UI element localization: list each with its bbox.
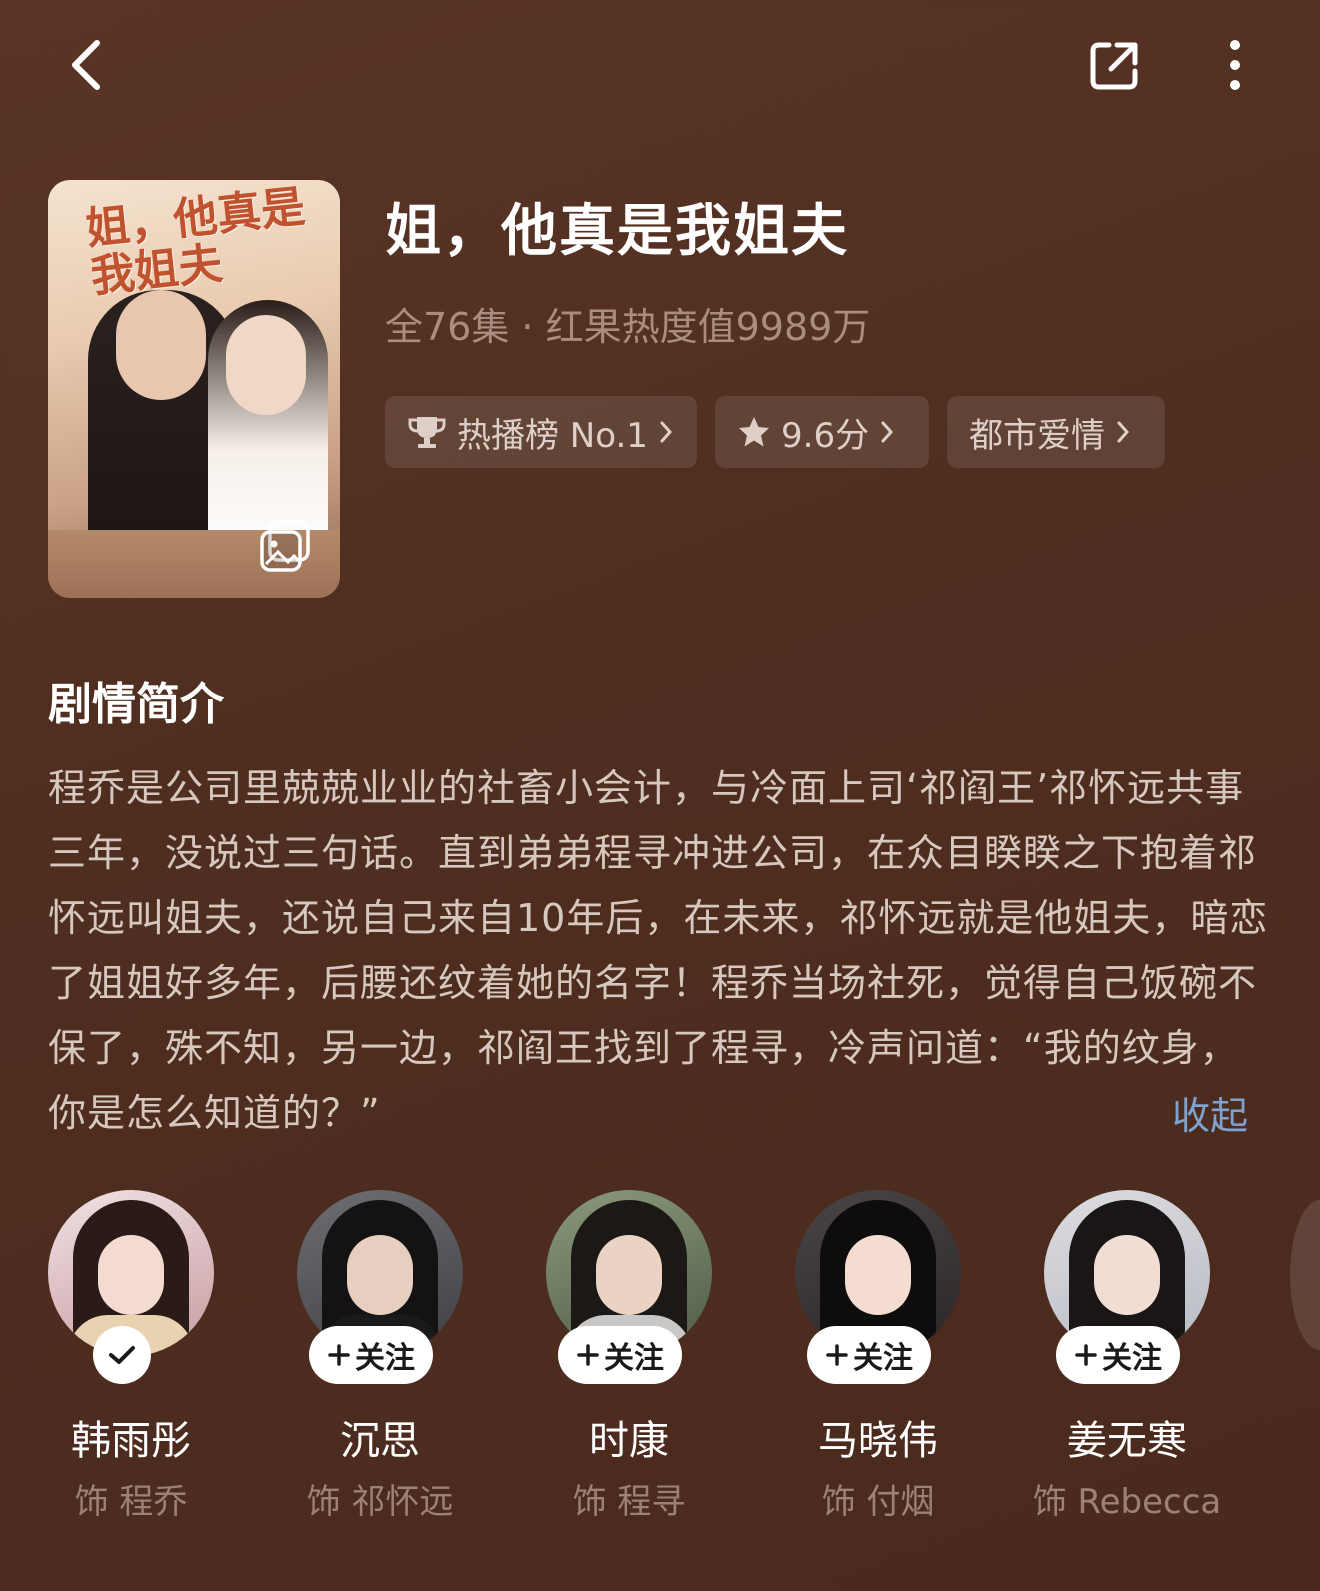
drama-poster[interactable]: 姐，他真是我姐夫	[48, 180, 340, 598]
cast-list: 韩雨彤 饰 程乔 关注 沉思 饰 祁怀远 关注 时康 饰 程寻 关注 马晓伟 饰…	[0, 1190, 1320, 1530]
follow-label: 关注	[355, 1341, 415, 1376]
back-arrow-icon	[72, 40, 100, 90]
ranking-tag-label: 热播榜 No.1	[457, 415, 648, 456]
follow-label: 关注	[1102, 1341, 1162, 1376]
genre-tag-label: 都市爱情	[969, 415, 1105, 456]
cast-role: 饰 祁怀远	[306, 1482, 454, 1522]
poster-actor-face	[116, 290, 206, 400]
plus-icon	[328, 1344, 350, 1366]
star-icon	[739, 417, 769, 447]
poster-title-art: 姐，他真是我姐夫	[83, 181, 308, 303]
follow-label: 关注	[853, 1341, 913, 1376]
follow-button[interactable]: 关注	[558, 1326, 682, 1384]
cast-name: 姜无寒	[1067, 1418, 1187, 1464]
cast-member[interactable]: 韩雨彤 饰 程乔	[40, 1190, 220, 1522]
cast-name: 沉思	[340, 1418, 420, 1464]
cast-role: 饰 Rebecca	[1032, 1482, 1222, 1522]
collapse-button[interactable]: 收起	[1172, 1085, 1248, 1140]
gallery-icon[interactable]	[258, 518, 314, 574]
plus-icon	[577, 1344, 599, 1366]
top-bar	[0, 0, 1320, 140]
follow-button[interactable]: 关注	[1056, 1326, 1180, 1384]
cast-member[interactable]: 关注 沉思 饰 祁怀远	[289, 1190, 469, 1522]
followed-button[interactable]	[93, 1326, 151, 1384]
drama-title: 姐，他真是我姐夫	[385, 199, 849, 264]
cast-member[interactable]: 关注 时康 饰 程寻	[538, 1190, 718, 1522]
poster-actress-face	[226, 315, 306, 415]
follow-button[interactable]: 关注	[309, 1326, 433, 1384]
cast-name: 时康	[589, 1418, 669, 1464]
more-button[interactable]	[1200, 30, 1270, 100]
chevron-right-icon	[660, 421, 672, 443]
cast-role: 饰 程乔	[74, 1482, 188, 1522]
share-icon	[1090, 42, 1138, 90]
synopsis-heading: 剧情简介	[48, 679, 224, 730]
rating-tag-label: 9.6分	[781, 415, 870, 456]
drama-meta: 全76集 · 红果热度值9989万	[385, 305, 871, 349]
chevron-right-icon	[881, 421, 894, 443]
plus-icon	[1075, 1344, 1097, 1366]
cast-role: 饰 付烟	[821, 1482, 935, 1522]
rating-tag[interactable]: 9.6分	[715, 396, 929, 468]
cast-role: 饰 程寻	[572, 1482, 686, 1522]
chevron-right-icon	[1117, 421, 1130, 443]
cast-name: 韩雨彤	[71, 1418, 191, 1464]
more-vertical-icon	[1230, 40, 1240, 90]
cast-member[interactable]: 关注 马晓伟 饰 付烟	[787, 1190, 967, 1522]
share-button[interactable]	[1080, 30, 1150, 100]
follow-button[interactable]: 关注	[807, 1326, 931, 1384]
plus-icon	[826, 1344, 848, 1366]
cast-name: 马晓伟	[818, 1418, 938, 1464]
back-button[interactable]	[50, 30, 120, 100]
check-icon	[109, 1346, 135, 1364]
trophy-icon	[408, 417, 446, 448]
genre-tag[interactable]: 都市爱情	[947, 396, 1165, 468]
tag-row: 热播榜 No.1 9.6分 都市爱情	[385, 396, 1165, 468]
cast-member[interactable]: 关注 姜无寒 饰 Rebecca	[1033, 1190, 1221, 1522]
follow-label: 关注	[604, 1341, 664, 1376]
ranking-tag[interactable]: 热播榜 No.1	[385, 396, 697, 468]
synopsis-text: 程乔是公司里兢兢业业的社畜小会计，与冷面上司‘祁阎王’祁怀远共事三年，没说过三句…	[48, 766, 1269, 1135]
